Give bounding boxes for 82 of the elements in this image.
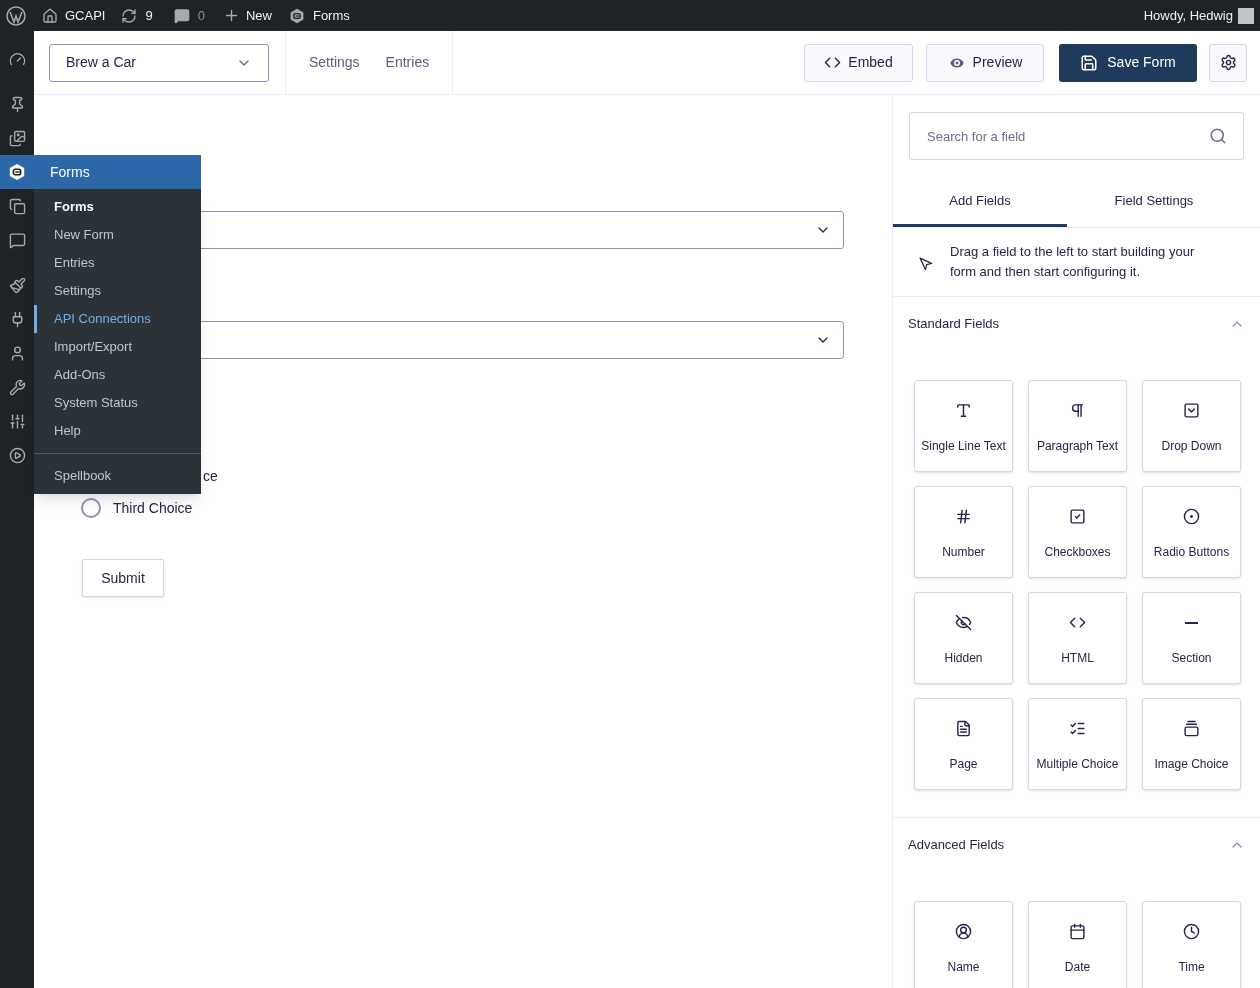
sidebar-item[interactable] xyxy=(0,155,34,189)
text-icon xyxy=(955,402,972,419)
submenu-item[interactable]: Import/Export xyxy=(34,333,201,361)
field-button[interactable]: Name xyxy=(914,901,1013,988)
submenu-item[interactable]: Settings xyxy=(34,277,201,305)
forms-link[interactable]: Forms xyxy=(288,5,350,26)
home-icon xyxy=(42,7,58,24)
field-button[interactable]: Section xyxy=(1142,592,1241,684)
form-select[interactable]: Brew a Car xyxy=(49,43,269,82)
field-button[interactable]: Multiple Choice xyxy=(1028,698,1127,790)
toolbar-link[interactable]: Settings xyxy=(309,52,360,73)
menu-header[interactable]: Forms xyxy=(34,155,201,189)
field-button[interactable]: Hidden xyxy=(914,592,1013,684)
field-button[interactable]: Checkboxes xyxy=(1028,486,1127,578)
calendar-icon xyxy=(1069,923,1086,940)
settings-button[interactable] xyxy=(1209,43,1247,82)
field-button[interactable]: Image Choice xyxy=(1142,698,1241,790)
comments-link[interactable]: 0 xyxy=(173,5,205,26)
field-button[interactable]: Time xyxy=(1142,901,1241,988)
forms-logo-icon xyxy=(288,7,305,24)
panel-tab[interactable]: Field Settings xyxy=(1067,177,1241,227)
field-button[interactable]: Single Line Text xyxy=(914,380,1013,472)
choice-label: Third Choice xyxy=(113,498,193,518)
search-field[interactable]: Search for a field xyxy=(909,112,1244,160)
save-button[interactable]: Save Form xyxy=(1059,43,1197,82)
pilcrow-icon xyxy=(1069,402,1086,419)
paintbrush-icon xyxy=(8,276,26,294)
section-header[interactable]: Standard Fields xyxy=(893,297,1260,351)
field-button[interactable]: Drop Down xyxy=(1142,380,1241,472)
field-button[interactable]: Paragraph Text xyxy=(1028,380,1127,472)
forms-logo-icon xyxy=(8,163,26,181)
preview-button[interactable]: Preview xyxy=(926,43,1044,82)
account-link[interactable]: Howdy, Hedwig xyxy=(1143,5,1254,26)
hint-text: Drag a field to the left to start building your form and then start configuring it. xyxy=(950,243,1196,281)
user-icon xyxy=(955,923,972,940)
field-button[interactable]: HTML xyxy=(1028,592,1127,684)
comment-icon xyxy=(8,231,26,249)
embed-button[interactable]: Embed xyxy=(804,43,913,82)
avatar-icon xyxy=(1238,7,1254,24)
comment-icon xyxy=(173,7,190,24)
panel-tab[interactable]: Add Fields xyxy=(893,177,1067,227)
submenu-item[interactable]: Entries xyxy=(34,249,201,277)
media-icon xyxy=(8,129,26,147)
checkbox-icon xyxy=(1069,508,1086,525)
wordpress-logo-icon xyxy=(6,5,26,26)
refresh-icon xyxy=(121,7,138,24)
search-icon xyxy=(1209,127,1227,145)
radio-icon xyxy=(1183,508,1200,525)
save-icon xyxy=(1080,53,1099,72)
field-button[interactable]: Page xyxy=(914,698,1013,790)
minus-icon xyxy=(1185,621,1198,624)
dropdown-icon xyxy=(1183,402,1200,419)
settings-icon xyxy=(1219,54,1237,71)
clock-icon xyxy=(1183,923,1200,940)
choice-label: ce xyxy=(203,466,218,486)
site-link[interactable]: GCAPI xyxy=(42,5,106,26)
radio-button[interactable] xyxy=(81,498,101,518)
submit-button[interactable]: Submit xyxy=(82,559,164,597)
submenu-item[interactable]: API Connections xyxy=(34,305,201,333)
submenu-item[interactable]: New Form xyxy=(34,221,201,249)
submenu-item[interactable]: Add-Ons xyxy=(34,361,201,389)
field-button[interactable]: Number xyxy=(914,486,1013,578)
eye-off-icon xyxy=(955,614,972,631)
sliders-icon xyxy=(8,412,26,430)
gauge-icon xyxy=(8,50,26,68)
new-link[interactable]: New xyxy=(222,5,272,26)
submenu-item[interactable]: Help xyxy=(34,417,201,445)
wrench-icon xyxy=(8,378,26,396)
field-button[interactable]: Date xyxy=(1028,901,1127,988)
field-button[interactable]: Radio Buttons xyxy=(1142,486,1241,578)
submenu-item[interactable]: Spellbook xyxy=(34,462,201,490)
updates-link[interactable]: 9 xyxy=(121,5,153,26)
play-icon xyxy=(8,446,26,464)
submenu-item[interactable]: Forms xyxy=(34,193,201,221)
section-header[interactable]: Advanced Fields xyxy=(893,818,1260,872)
image-stack-icon xyxy=(1183,720,1200,737)
checklist-icon xyxy=(1069,720,1086,737)
page-icon xyxy=(955,720,972,737)
number-icon xyxy=(955,508,972,525)
submenu-item[interactable]: System Status xyxy=(34,389,201,417)
pages-icon xyxy=(8,197,26,215)
toolbar-link[interactable]: Entries xyxy=(385,52,430,73)
